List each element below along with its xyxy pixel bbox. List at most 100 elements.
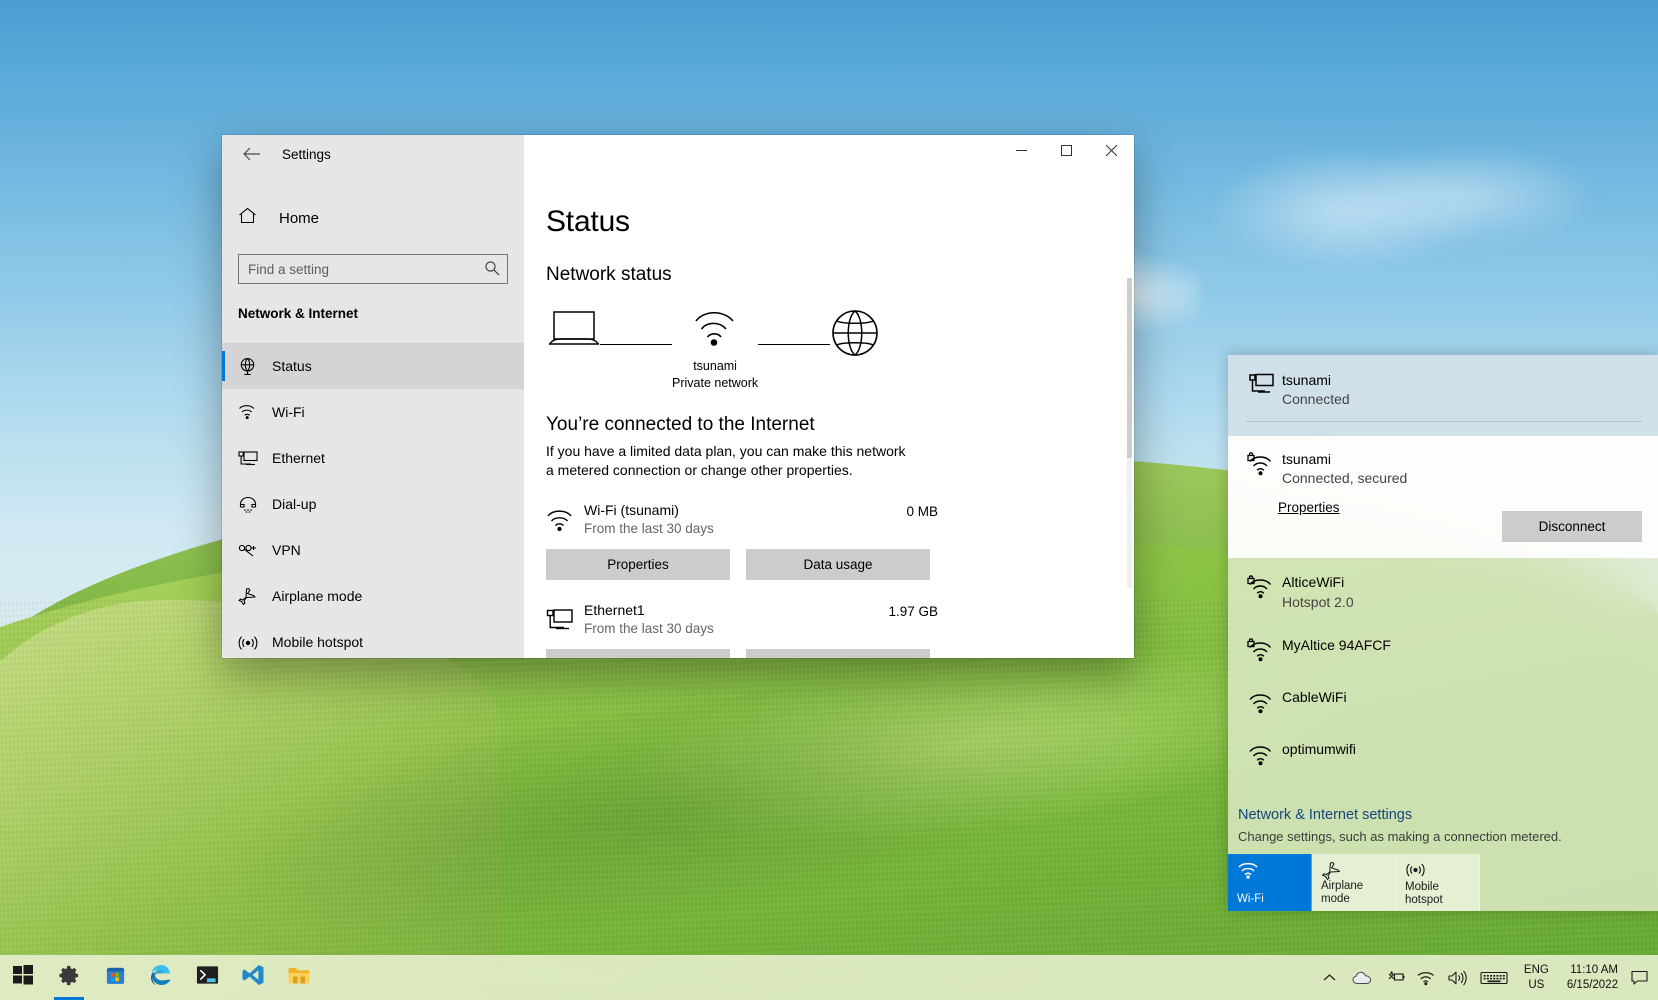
store-taskbar-button[interactable]	[92, 955, 138, 1000]
search-icon[interactable]	[484, 260, 500, 281]
vscode-icon	[241, 963, 265, 992]
flyout-network-item[interactable]: MyAltice 94AFCF	[1228, 623, 1658, 675]
keyboard-icon[interactable]	[1474, 955, 1514, 1000]
sidebar-item-vpn[interactable]: VPN	[222, 527, 524, 573]
flyout-network-item[interactable]: AlticeWiFi Hotspot 2.0	[1228, 560, 1658, 622]
language-line-1: ENG	[1524, 963, 1549, 977]
window-titlebar: Settings	[222, 135, 1134, 173]
vscode-taskbar-button[interactable]	[230, 955, 276, 1000]
system-tray: ENG US 11:10 AM 6/15/2022	[1314, 955, 1658, 1000]
dialup-phone-icon	[238, 496, 266, 513]
laptop-icon	[548, 308, 600, 355]
flyout-wifi-name: tsunami	[1282, 450, 1640, 468]
sidebar-item-wifi[interactable]: Wi-Fi	[222, 389, 524, 435]
flyout-network-name: AlticeWiFi	[1282, 573, 1640, 591]
hotspot-icon	[238, 634, 266, 651]
flyout-ethernet-name: tsunami	[1282, 371, 1640, 389]
search-input[interactable]	[238, 254, 508, 284]
quick-action-airplane-mode[interactable]: Airplane mode	[1312, 854, 1396, 911]
ethernet-icon	[1242, 371, 1282, 395]
sidebar-item-status[interactable]: Status	[222, 343, 524, 389]
window-body: Home Network & Internet Status	[222, 173, 1134, 658]
disconnect-button[interactable]: Disconnect	[1502, 511, 1642, 542]
edge-taskbar-button[interactable]	[138, 955, 184, 1000]
sidebar-item-label: Dial-up	[272, 496, 316, 512]
sidebar-item-label: Airplane mode	[272, 588, 362, 604]
scrollbar-thumb[interactable]	[1127, 278, 1132, 458]
flyout-network-name: optimumwifi	[1282, 740, 1640, 758]
adapter-info: Ethernet1 From the last 30 days	[584, 602, 888, 636]
speaker-icon[interactable]	[1442, 955, 1474, 1000]
ethernet-data-usage-button[interactable]: Data usage	[746, 649, 930, 658]
sidebar-item-home[interactable]: Home	[222, 198, 524, 238]
sidebar-home-label: Home	[279, 210, 319, 227]
wifi-icon	[692, 308, 738, 353]
wifi-data-usage-button[interactable]: Data usage	[746, 549, 930, 580]
status-globe-icon	[238, 357, 266, 376]
wifi-secured-icon	[1242, 636, 1282, 662]
quick-action-wifi[interactable]: Wi-Fi	[1228, 854, 1312, 911]
quick-action-mobile-hotspot[interactable]: Mobile hotspot	[1396, 854, 1480, 911]
flyout-ethernet-section[interactable]: tsunami Connected	[1228, 355, 1658, 436]
window-controls	[524, 135, 1134, 173]
flyout-wifi-status: Connected, secured	[1282, 470, 1640, 486]
adapter-buttons: Properties Data usage	[546, 549, 1134, 580]
sidebar-item-airplane-mode[interactable]: Airplane mode	[222, 573, 524, 619]
connected-description: If you have a limited data plan, you can…	[546, 442, 906, 480]
flyout-network-name: CableWiFi	[1282, 688, 1640, 706]
terminal-icon	[196, 965, 219, 990]
clock[interactable]: 11:10 AM 6/15/2022	[1559, 963, 1626, 992]
flyout-network-item[interactable]: optimumwifi	[1228, 727, 1658, 779]
settings-window: Settings Home	[222, 135, 1134, 658]
explorer-taskbar-button[interactable]	[276, 955, 322, 1000]
sidebar-nav: Status Wi-Fi Ethernet	[222, 343, 524, 665]
settings-sidebar: Home Network & Internet Status	[222, 173, 524, 658]
ethernet-properties-button[interactable]: Properties	[546, 649, 730, 658]
close-icon[interactable]	[1089, 135, 1134, 165]
vpn-icon	[238, 543, 266, 558]
sidebar-item-ethernet[interactable]: Ethernet	[222, 435, 524, 481]
language-indicator[interactable]: ENG US	[1514, 963, 1559, 992]
flyout-properties-link[interactable]: Properties	[1278, 500, 1340, 515]
network-internet-settings-link[interactable]: Network & Internet settings	[1238, 807, 1412, 823]
maximize-icon[interactable]	[1044, 135, 1089, 165]
window-title: Settings	[282, 147, 331, 162]
wifi-icon	[1242, 688, 1282, 714]
wifi-icon	[546, 502, 584, 537]
titlebar-left: Settings	[222, 135, 524, 173]
home-icon	[238, 207, 257, 229]
start-button[interactable]	[0, 955, 46, 1000]
settings-taskbar-button[interactable]	[46, 955, 92, 1000]
sidebar-item-mobile-hotspot[interactable]: Mobile hotspot	[222, 619, 524, 665]
wallpaper-cloud	[1180, 120, 1600, 270]
quick-actions-row: Wi-Fi Airplane mode Mobile hotspot	[1228, 854, 1658, 911]
adapter-usage: 1.97 GB	[888, 602, 938, 619]
flyout-settings-section: Network & Internet settings Change setti…	[1228, 796, 1658, 854]
terminal-taskbar-button[interactable]	[184, 955, 230, 1000]
quick-action-label: Wi-Fi	[1237, 893, 1264, 906]
network-diagram: tsunami Private network	[546, 308, 1134, 392]
adapter-buttons: Properties Data usage	[546, 649, 1134, 658]
airplane-icon	[238, 587, 266, 606]
search-container	[238, 254, 508, 284]
flyout-network-item[interactable]: CableWiFi	[1228, 675, 1658, 727]
sidebar-item-label: Status	[272, 358, 312, 374]
wifi-icon	[1237, 861, 1259, 884]
wifi-icon[interactable]	[1410, 955, 1442, 1000]
adapter-period: From the last 30 days	[584, 521, 906, 536]
quick-action-label: Airplane mode	[1321, 880, 1395, 906]
microsoft-store-icon	[104, 964, 127, 992]
network-status-heading: Network status	[546, 264, 1134, 286]
sidebar-item-dialup[interactable]: Dial-up	[222, 481, 524, 527]
flyout-connected-network[interactable]: tsunami Connected, secured Properties Di…	[1228, 436, 1658, 558]
adapter-row: Ethernet1 From the last 30 days 1.97 GB	[546, 602, 938, 637]
network-flyout-panel: tsunami Connected tsunami Connected, sec…	[1228, 355, 1658, 911]
action-center-icon[interactable]	[1626, 955, 1652, 1000]
minimize-icon[interactable]	[999, 135, 1044, 165]
wifi-properties-button[interactable]: Properties	[546, 549, 730, 580]
windows-logo-icon	[13, 965, 33, 990]
back-arrow-icon[interactable]	[230, 138, 272, 170]
chevron-up-icon[interactable]	[1314, 955, 1346, 1000]
battery-icon[interactable]	[1378, 955, 1410, 1000]
onedrive-cloud-icon[interactable]	[1346, 955, 1378, 1000]
